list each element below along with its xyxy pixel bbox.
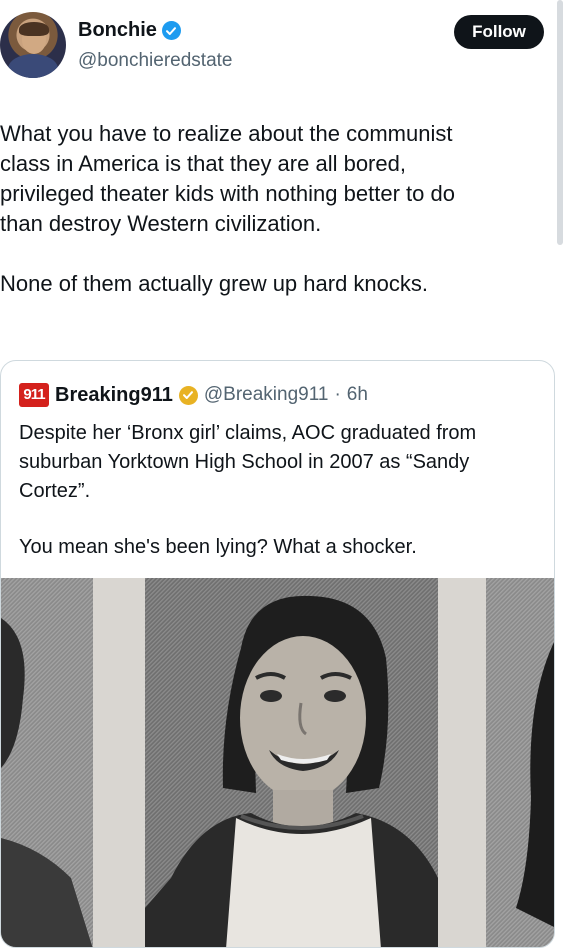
quoted-tweet-body: Despite her ‘Bronx girl’ claims, AOC gra… bbox=[19, 419, 544, 562]
quoted-paragraph: You mean she's been lying? What a shocke… bbox=[19, 536, 417, 558]
follow-button[interactable]: Follow bbox=[454, 15, 544, 49]
quoted-handle[interactable]: @Breaking911 bbox=[204, 384, 329, 406]
verified-badge-icon bbox=[161, 21, 181, 40]
breaking911-logo-avatar[interactable]: 911 bbox=[19, 383, 49, 407]
author-handle[interactable]: @bonchieredstate bbox=[78, 50, 233, 72]
tweet-paragraph: What you have to realize about the commu… bbox=[0, 121, 455, 236]
author-avatar[interactable] bbox=[0, 12, 66, 78]
author-name-row: Bonchie bbox=[78, 19, 181, 42]
quoted-timestamp[interactable]: 6h bbox=[347, 384, 368, 406]
quoted-tweet-card[interactable]: 911 Breaking911 @Breaking911 · 6h Despit… bbox=[0, 360, 555, 948]
gold-verified-badge-icon bbox=[178, 385, 198, 405]
quoted-tweet-image[interactable] bbox=[1, 578, 554, 947]
tweet-view: Bonchie @bonchieredstate Follow What you… bbox=[0, 0, 563, 948]
quoted-display-name[interactable]: Breaking911 bbox=[55, 384, 173, 407]
avatar-hair bbox=[19, 22, 49, 36]
yearbook-photo-illustration bbox=[1, 578, 554, 947]
avatar-shirt bbox=[8, 54, 58, 78]
author-display-name[interactable]: Bonchie bbox=[78, 19, 157, 42]
tweet-paragraph: None of them actually grew up hard knock… bbox=[0, 271, 429, 296]
scrollbar[interactable] bbox=[557, 0, 563, 245]
quoted-tweet-header: 911 Breaking911 @Breaking911 · 6h bbox=[19, 383, 368, 407]
meta-separator: · bbox=[334, 384, 341, 405]
tweet-body: What you have to realize about the commu… bbox=[0, 119, 548, 299]
quoted-paragraph: Despite her ‘Bronx girl’ claims, AOC gra… bbox=[19, 422, 477, 502]
